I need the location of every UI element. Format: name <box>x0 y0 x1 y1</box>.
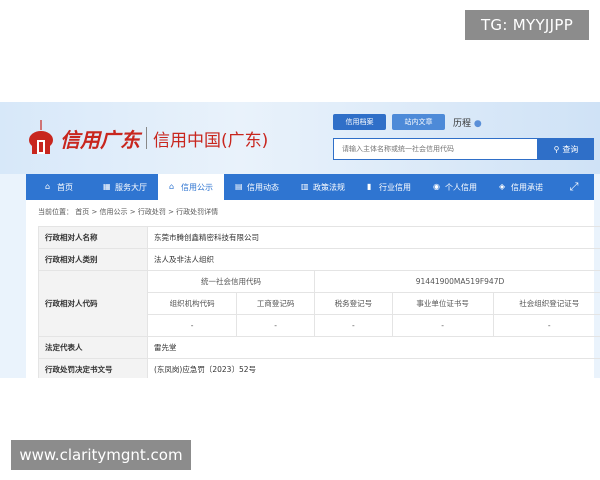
nav-label: 信用动态 <box>247 182 279 192</box>
nav-item-credit-publicity[interactable]: ⌂ 信用公示 <box>158 174 224 200</box>
sub-value: - <box>236 314 316 337</box>
flame-icon: ● <box>473 119 482 129</box>
search-button-label: 查询 <box>562 144 579 154</box>
search-input[interactable] <box>333 138 538 160</box>
nav-item-policy[interactable]: ▥ 政策法规 <box>290 174 356 200</box>
sub-header: 组织机构代码 <box>146 292 238 315</box>
chart-icon: ▮ <box>367 182 372 191</box>
table-row: 行政相对人类别 法人及非法人组织 <box>38 248 600 271</box>
nav-label: 个人信用 <box>445 182 477 192</box>
main-nav: ⌂ 首页 ▦ 服务大厅 ⌂ 信用公示 ▤ 信用动态 ▥ 政策法规 ▮ 行业信用 … <box>26 174 594 200</box>
expand-icon[interactable]: ⤢ <box>554 174 594 200</box>
person-icon: ◉ <box>433 182 440 191</box>
decision-label: 行政处罚决定书文号 <box>38 358 148 378</box>
book-icon: ▥ <box>301 182 309 191</box>
tab-credit-archive[interactable]: 信用档案 <box>333 114 386 130</box>
nav-label: 政策法规 <box>313 182 345 192</box>
news-icon: ▤ <box>235 182 243 191</box>
breadcrumb: 当前位置： 首页 > 信用公示 > 行政处罚 > 行政处罚详情 <box>38 208 219 216</box>
bank-icon: ⌂ <box>169 182 175 191</box>
nav-item-home[interactable]: ⌂ 首页 <box>26 174 92 200</box>
nav-label: 信用承诺 <box>511 182 543 192</box>
nav-item-credit-commitment[interactable]: ◈ 信用承诺 <box>488 174 554 200</box>
mode-label: 历程 <box>453 119 472 129</box>
logo-divider <box>146 127 147 149</box>
category-value: 法人及非法人组织 <box>147 248 600 271</box>
detail-panel: 当前位置： 首页 > 信用公示 > 行政处罚 > 行政处罚详情 行政相对人名称 … <box>26 200 600 378</box>
logo-subtitle: 信用中国(广东) <box>153 130 269 151</box>
nav-label: 信用公示 <box>181 182 213 192</box>
shield-icon: ◈ <box>499 182 506 191</box>
name-value: 东莞市腾创鑫精密科技有限公司 <box>147 226 600 249</box>
sub-header: 工商登记码 <box>236 292 316 315</box>
mode-toggle[interactable]: 历程 ● <box>453 116 482 129</box>
nav-item-industry-credit[interactable]: ▮ 行业信用 <box>356 174 422 200</box>
watermark-top: TG: MYYJJPP <box>465 10 589 40</box>
search-icon: ⚲ <box>553 144 560 154</box>
nav-item-service-hall[interactable]: ▦ 服务大厅 <box>92 174 158 200</box>
sub-header: 社会组织登记证号 <box>492 292 600 315</box>
home-icon: ⌂ <box>45 182 51 191</box>
logo-text: 信用广东 <box>60 127 140 152</box>
legal-rep-label: 法定代表人 <box>38 336 148 359</box>
penalty-detail-table: 行政相对人名称 东莞市腾创鑫精密科技有限公司 行政相对人类别 法人及非法人组织 … <box>38 226 600 378</box>
decision-value: (东凤岗)应急罚〔2023〕52号 <box>147 358 600 378</box>
grid-icon: ▦ <box>103 182 111 191</box>
sub-value: - <box>146 314 238 337</box>
usc-label: 统一社会信用代码 <box>146 270 316 293</box>
table-row: 行政相对人代码 统一社会信用代码 91441900MA519F947D <box>38 270 600 337</box>
category-label: 行政相对人类别 <box>38 248 148 271</box>
website-screenshot: 信用广东 信用中国(广东) 信用档案 站内文章 历程 ● ⚲ 查询 ⌂ 首页 ▦… <box>0 102 600 378</box>
name-label: 行政相对人名称 <box>38 226 148 249</box>
tab-site-articles[interactable]: 站内文章 <box>392 114 445 130</box>
tower-logo-icon <box>26 120 56 156</box>
table-row: 行政相对人名称 东莞市腾创鑫精密科技有限公司 <box>38 226 600 249</box>
table-row: 行政处罚决定书文号 (东凤岗)应急罚〔2023〕52号 <box>38 358 600 378</box>
sub-value: - <box>314 314 393 337</box>
sub-header: 事业单位证书号 <box>391 292 494 315</box>
usc-value: 91441900MA519F947D <box>314 270 600 293</box>
sub-header: 税务登记号 <box>314 292 393 315</box>
nav-label: 行业信用 <box>379 182 411 192</box>
nav-label: 首页 <box>57 182 73 192</box>
legal-rep-value: 雷先堂 <box>147 336 600 359</box>
nav-item-personal-credit[interactable]: ◉ 个人信用 <box>422 174 488 200</box>
site-header: 信用广东 信用中国(广东) 信用档案 站内文章 历程 ● ⚲ 查询 <box>0 102 600 174</box>
code-label: 行政相对人代码 <box>38 270 148 337</box>
nav-item-credit-news[interactable]: ▤ 信用动态 <box>224 174 290 200</box>
table-row: 法定代表人 雷先堂 <box>38 336 600 359</box>
nav-label: 服务大厅 <box>115 182 147 192</box>
watermark-bottom: www.claritymgnt.com <box>11 440 191 470</box>
sub-value: - <box>492 314 600 337</box>
search-button[interactable]: ⚲ 查询 <box>538 138 594 160</box>
site-logo[interactable]: 信用广东 信用中国(广东) <box>26 120 268 156</box>
sub-value: - <box>391 314 494 337</box>
